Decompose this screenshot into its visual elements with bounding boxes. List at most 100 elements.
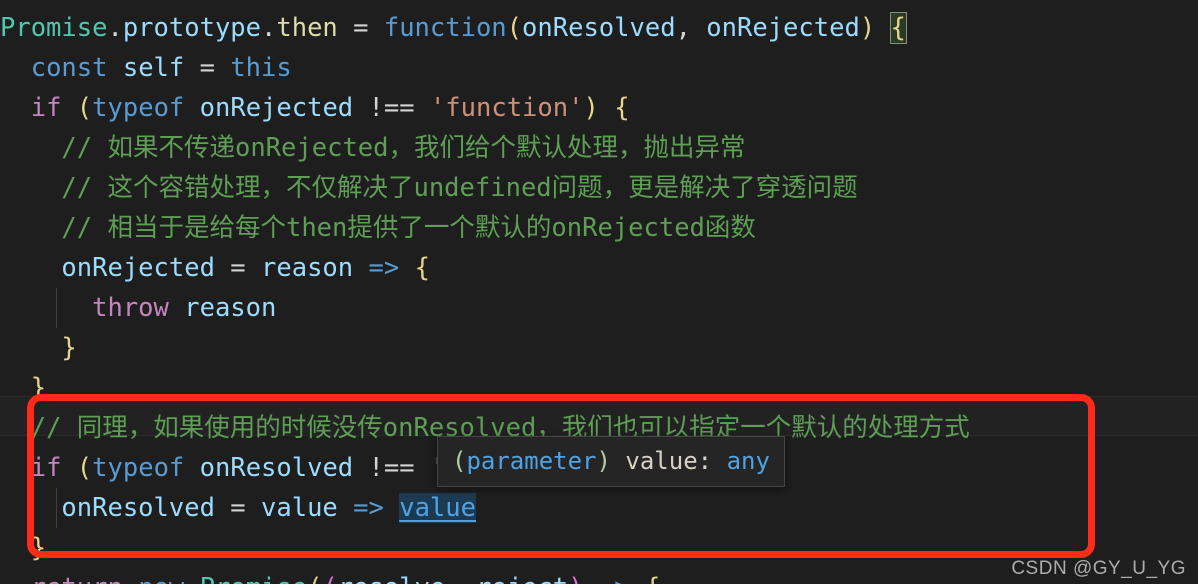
code-token: onRejected bbox=[706, 13, 860, 43]
code-token: ( bbox=[76, 93, 93, 123]
tooltip-space-2 bbox=[712, 447, 726, 475]
code-token: resolve bbox=[338, 573, 445, 584]
code-token: this bbox=[230, 53, 292, 83]
code-token: ( bbox=[322, 573, 337, 584]
code-token: { bbox=[614, 93, 630, 123]
code-token: // 这个容错处理，不仅解决了undefined问题，更是解决了穿透问题 bbox=[61, 173, 858, 203]
code-token: throw bbox=[92, 293, 169, 323]
code-token: self bbox=[122, 53, 185, 83]
code-token: { bbox=[889, 12, 907, 44]
code-token: = bbox=[184, 53, 231, 83]
code-token: // 相当于是给每个then提供了一个默认的onRejected函数 bbox=[61, 213, 756, 243]
code-line[interactable]: const self = this bbox=[0, 48, 1198, 88]
code-token: typeof bbox=[92, 453, 185, 483]
tooltip-kind: parameter bbox=[466, 447, 597, 475]
code-token: => bbox=[368, 253, 400, 283]
code-token: } bbox=[30, 533, 47, 563]
code-editor[interactable]: Promise.prototype.then = function(onReso… bbox=[0, 0, 1198, 584]
code-token: function bbox=[383, 13, 507, 43]
code-line[interactable]: } bbox=[0, 368, 1198, 408]
code-line[interactable]: throw reason bbox=[0, 288, 1198, 328]
code-token: = bbox=[337, 13, 384, 43]
code-line[interactable]: onResolved = value => value bbox=[0, 488, 1198, 528]
code-token: Promise bbox=[200, 573, 307, 584]
code-token: ( bbox=[307, 573, 322, 584]
code-token: ) bbox=[568, 573, 583, 584]
code-token: => bbox=[599, 573, 630, 584]
code-token: } bbox=[61, 333, 77, 363]
code-token: then bbox=[276, 13, 338, 43]
code-token: , bbox=[445, 573, 476, 584]
code-token: ( bbox=[76, 453, 93, 483]
code-token: ) bbox=[583, 93, 599, 123]
code-token: value bbox=[261, 493, 338, 523]
code-token: reason bbox=[184, 293, 277, 323]
code-token: const bbox=[30, 53, 108, 83]
csdn-watermark: CSDN @GY_U_YG bbox=[1011, 558, 1186, 579]
code-token: !== bbox=[353, 453, 430, 483]
tooltip-param-type: any bbox=[726, 447, 770, 475]
code-line[interactable]: // 这个容错处理，不仅解决了undefined问题，更是解决了穿透问题 bbox=[0, 168, 1198, 208]
code-token: reason bbox=[261, 253, 354, 283]
code-token: Promise bbox=[0, 13, 108, 43]
code-token: prototype bbox=[122, 13, 261, 43]
code-line[interactable]: // 相当于是给每个then提供了一个默认的onRejected函数 bbox=[0, 208, 1198, 248]
code-token: . bbox=[107, 13, 123, 43]
hover-tooltip: (parameter) value: any bbox=[437, 436, 785, 487]
code-token: } bbox=[30, 373, 47, 403]
code-token: { bbox=[414, 253, 430, 283]
code-line[interactable]: onRejected = reason => { bbox=[0, 248, 1198, 288]
code-token: !== bbox=[353, 93, 430, 123]
code-token: onResolved bbox=[522, 13, 676, 43]
code-token: => bbox=[353, 493, 384, 523]
code-token: ) bbox=[859, 13, 876, 43]
code-token: onRejected bbox=[199, 93, 354, 123]
code-token: typeof bbox=[92, 93, 185, 123]
code-line[interactable]: Promise.prototype.then = function(onReso… bbox=[0, 8, 1198, 48]
code-token: . bbox=[261, 13, 277, 43]
tooltip-param-name: value bbox=[625, 447, 698, 475]
code-token: 'function' bbox=[429, 93, 584, 123]
code-token: = bbox=[214, 493, 262, 523]
code-token: return bbox=[31, 573, 123, 584]
code-token: onResolved bbox=[61, 493, 215, 523]
code-token: if bbox=[30, 453, 62, 483]
code-token: new bbox=[138, 573, 184, 584]
code-token: , bbox=[675, 13, 707, 43]
tooltip-colon: : bbox=[697, 447, 713, 475]
code-line[interactable]: if (typeof onRejected !== 'function') { bbox=[0, 88, 1198, 128]
code-token: onResolved bbox=[199, 453, 354, 483]
code-token: reject bbox=[476, 573, 568, 584]
code-token: ( bbox=[506, 13, 523, 43]
code-token: if bbox=[30, 93, 62, 123]
code-token: onRejected bbox=[61, 253, 215, 283]
code-line[interactable]: // 如果不传递onRejected，我们给个默认处理，抛出异常 bbox=[0, 128, 1198, 168]
code-line[interactable]: } bbox=[0, 328, 1198, 368]
